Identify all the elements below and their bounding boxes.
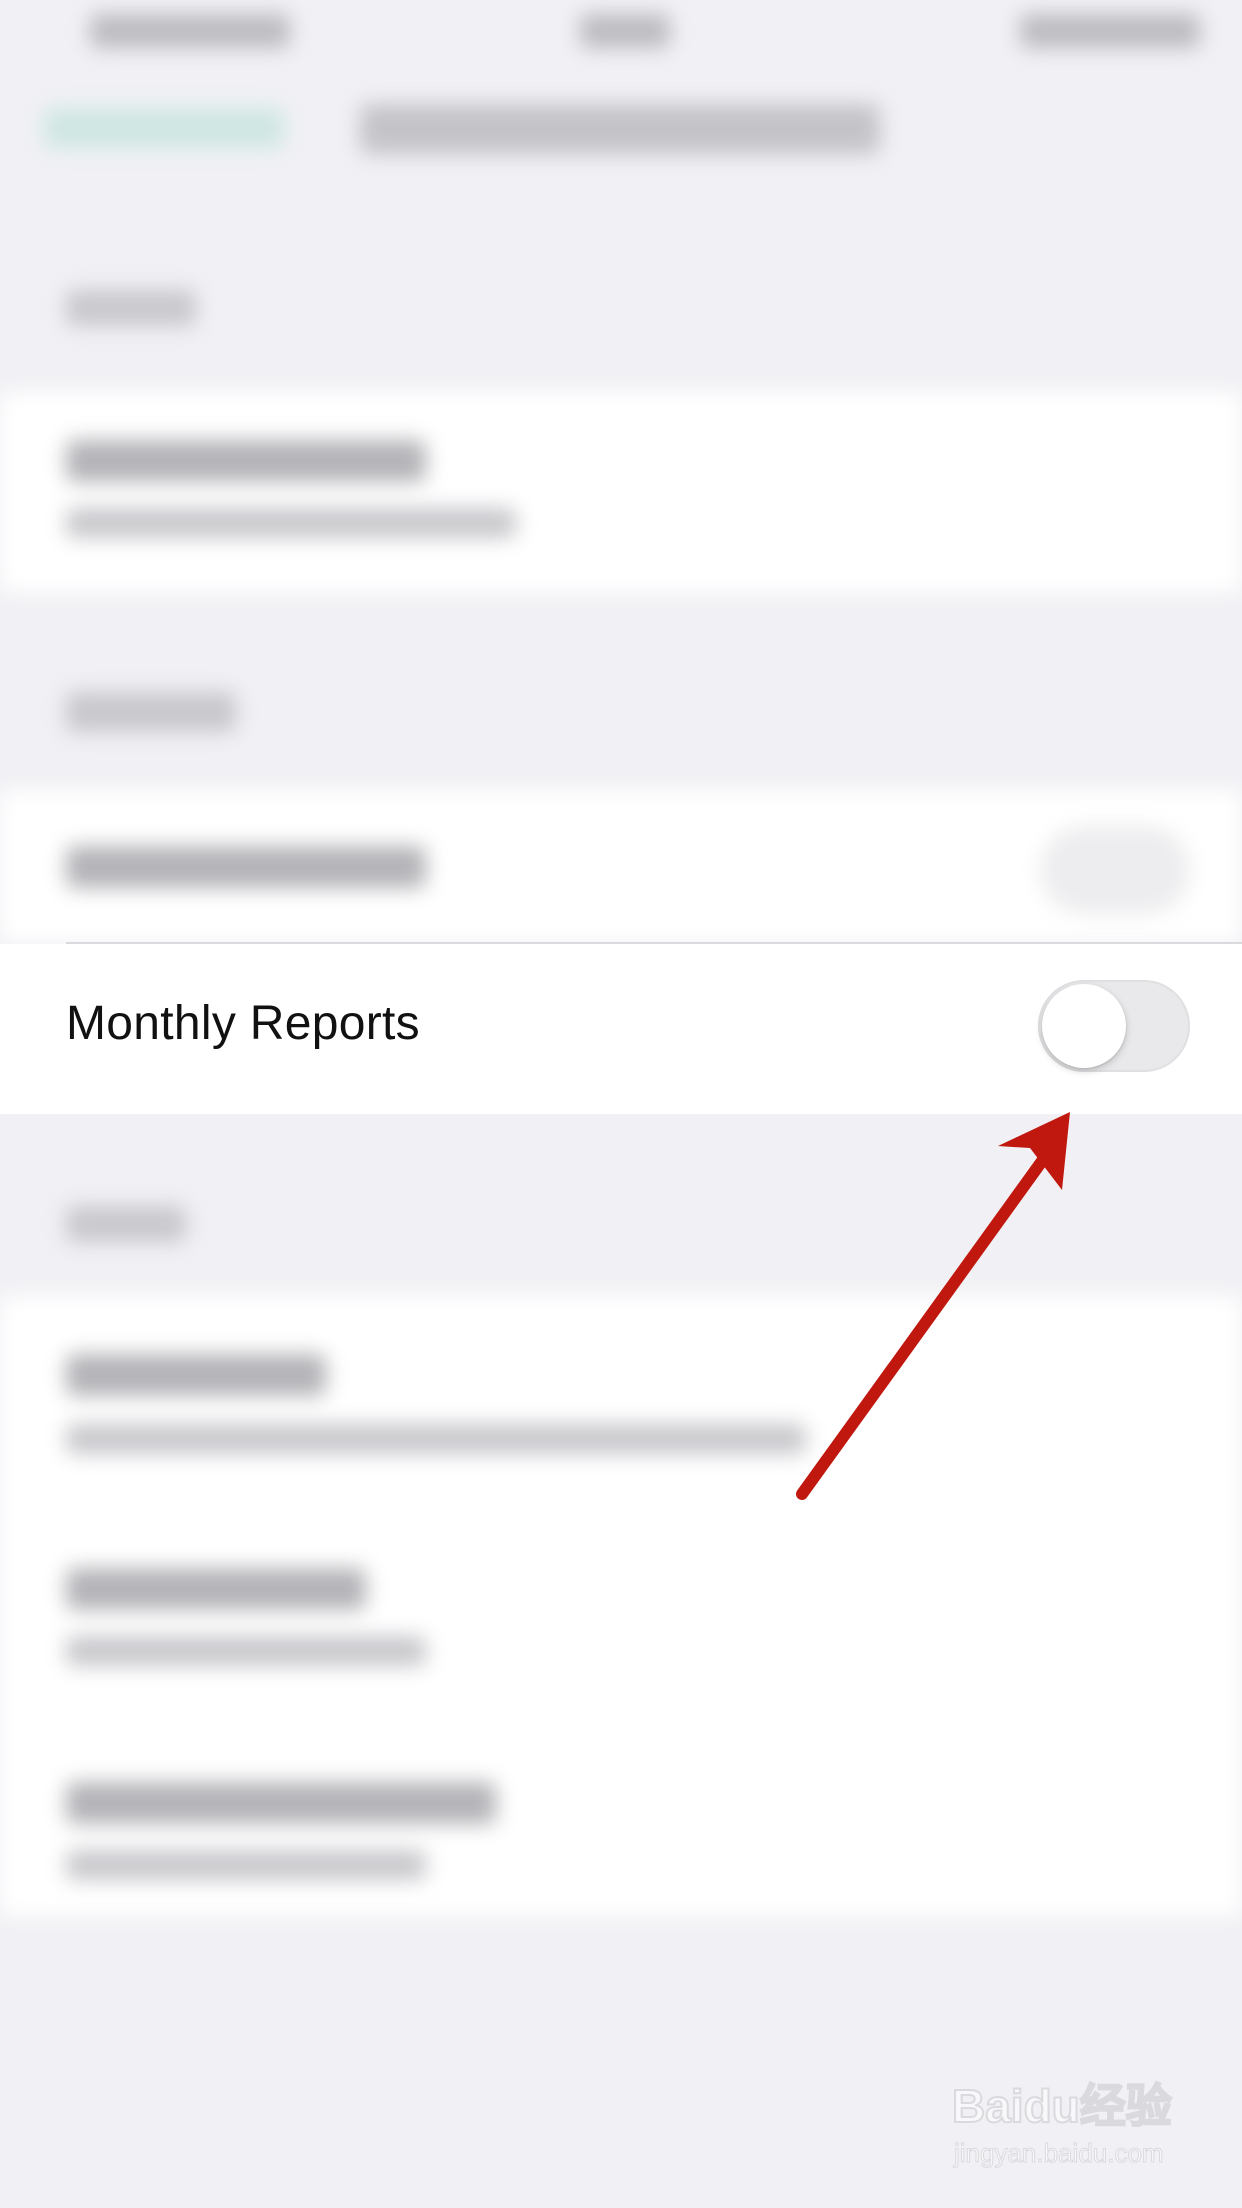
nav-back-button[interactable] bbox=[44, 108, 284, 148]
settings-row-subtitle bbox=[66, 1850, 426, 1880]
section-header bbox=[66, 290, 196, 326]
settings-row-title bbox=[66, 846, 426, 888]
baidu-watermark: Baidu经验 jingyan.baidu.com bbox=[951, 2070, 1192, 2180]
status-bar-battery bbox=[1020, 14, 1200, 48]
monthly-reports-label: Monthly Reports bbox=[66, 997, 420, 1050]
status-bar-time bbox=[90, 14, 290, 48]
nav-title bbox=[360, 104, 880, 154]
watermark-logo: Baidu经验 bbox=[951, 2079, 1173, 2133]
settings-card bbox=[0, 392, 1242, 592]
status-bar-center bbox=[580, 14, 670, 48]
watermark-url: jingyan.baidu.com bbox=[954, 2138, 1165, 2169]
toggle-knob bbox=[1042, 984, 1126, 1068]
toggle-placeholder bbox=[1040, 826, 1190, 914]
settings-row-subtitle bbox=[66, 1424, 806, 1454]
settings-row-title bbox=[66, 1354, 326, 1396]
settings-row-subtitle bbox=[66, 508, 516, 538]
settings-row-title bbox=[66, 1782, 496, 1824]
settings-row-title bbox=[66, 440, 426, 482]
settings-row-title bbox=[66, 1568, 366, 1610]
settings-screen: Monthly Reports Baidu经验 jingyan.baidu.co… bbox=[0, 0, 1242, 2208]
monthly-reports-toggle[interactable] bbox=[1038, 980, 1190, 1072]
section-header bbox=[66, 692, 236, 732]
settings-row-subtitle bbox=[66, 1636, 426, 1666]
section-header bbox=[66, 1206, 186, 1242]
